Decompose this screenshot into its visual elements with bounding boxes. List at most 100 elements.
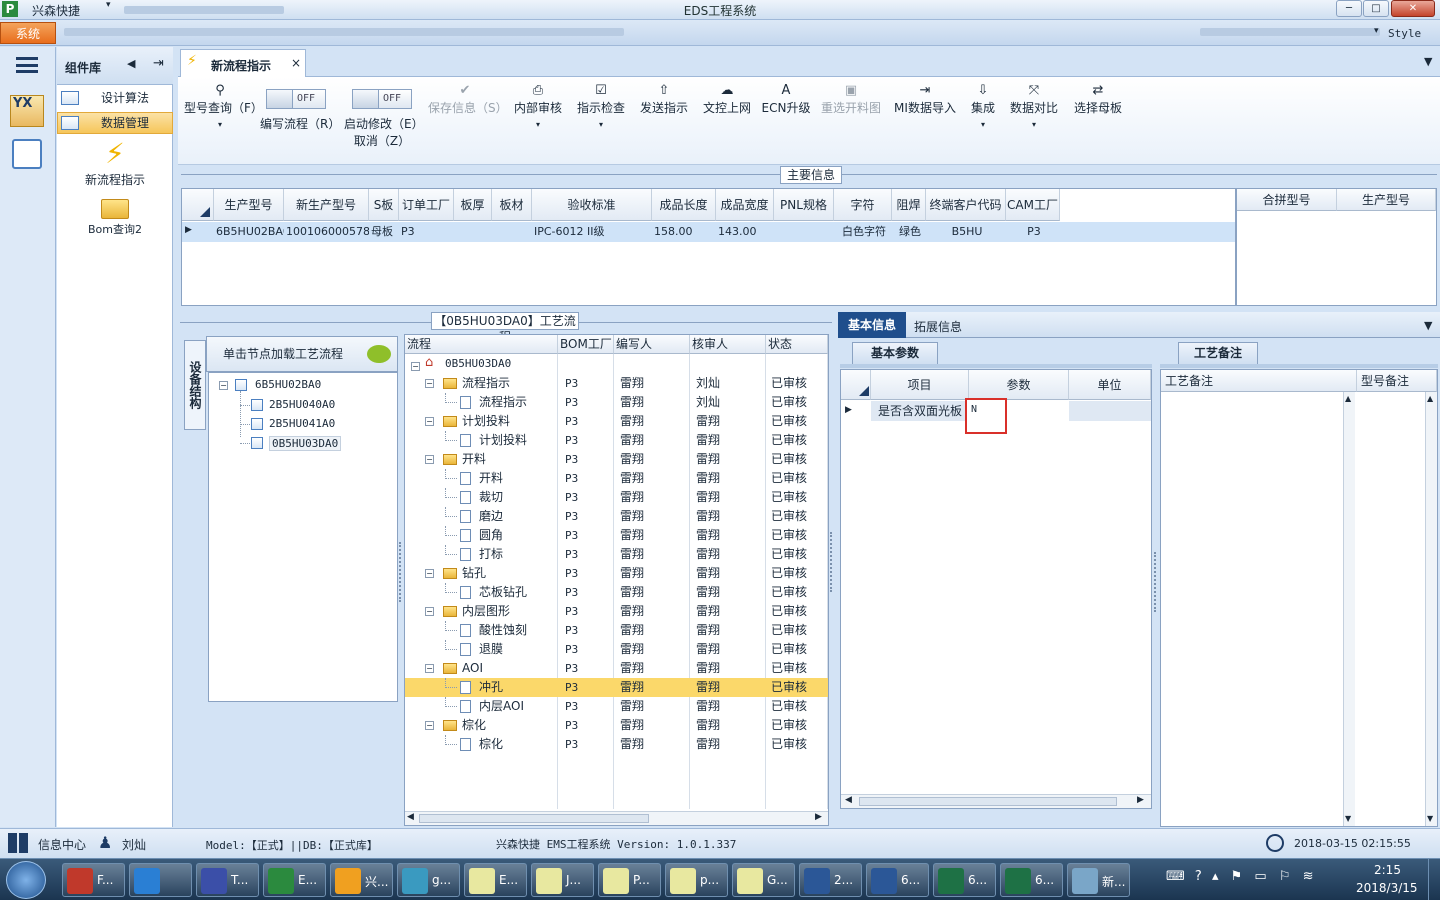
taskbar-item[interactable]: F... <box>62 863 125 897</box>
scroll-left-icon[interactable]: ◀ <box>407 812 414 822</box>
table-cell[interactable]: 白色字符 <box>836 222 892 242</box>
table-row[interactable]: − 计划投料 P3 雷翔 雷翔 已审核 <box>405 412 828 431</box>
taskbar-item[interactable]: E... <box>263 863 326 897</box>
table-cell[interactable]: 143.00 <box>718 222 774 242</box>
scroll-thumb[interactable] <box>859 797 1117 806</box>
help-icon[interactable]: ? <box>1195 869 1202 884</box>
column-header[interactable]: 终端客户代码 <box>926 189 1006 221</box>
column-header[interactable]: 字符 <box>834 189 892 221</box>
taskbar-item[interactable]: 6... <box>1000 863 1063 897</box>
table-row[interactable]: 酸性蚀刻 P3 雷翔 雷翔 已审核 <box>405 621 828 640</box>
table-row[interactable]: 退膜 P3 雷翔 雷翔 已审核 <box>405 640 828 659</box>
collapse-left-icon[interactable]: ◀ <box>127 57 135 70</box>
column-header[interactable]: 状态 <box>766 335 828 354</box>
tab-equipment-structure[interactable]: 设备结构 <box>184 340 206 430</box>
column-header[interactable]: 成品长度 <box>652 189 716 221</box>
tree-root-node[interactable]: 6B5HU02BA0 <box>255 378 321 391</box>
scroll-up-icon[interactable]: ▲ <box>1427 394 1433 403</box>
minimize-button[interactable]: ─ <box>1336 0 1362 17</box>
column-header[interactable]: 合拼型号 <box>1237 189 1337 211</box>
splitter-handle[interactable] <box>399 542 403 602</box>
maximize-button[interactable]: □ <box>1363 0 1389 17</box>
table-row[interactable]: 内层AOI P3 雷翔 雷翔 已审核 <box>405 697 828 716</box>
ecn-upgrade-button[interactable]: A ECN升级 <box>760 83 812 153</box>
process-notes-grid[interactable]: 工艺备注 型号备注 ▲ ▼ ▲ ▼ <box>1160 369 1438 827</box>
reselect-cutting-chart-button[interactable]: ▣ 重选开料图 <box>818 83 884 153</box>
table-row[interactable]: 裁切 P3 雷翔 雷翔 已审核 <box>405 488 828 507</box>
new-flow-shortcut[interactable]: ⚡ 新流程指示 <box>57 137 173 189</box>
table-cell[interactable]: 绿色 <box>894 222 926 242</box>
column-header[interactable]: 订单工厂 <box>399 189 454 221</box>
taskbar-item[interactable]: g... <box>397 863 460 897</box>
column-header[interactable]: 验收标准 <box>532 189 652 221</box>
write-flow-switch[interactable]: OFF <box>266 89 326 109</box>
table-cell[interactable]: 6B5HU02BA0 <box>216 222 284 242</box>
table-cell[interactable] <box>494 222 532 242</box>
collapse-icon[interactable]: − <box>425 569 434 578</box>
main-info-grid[interactable]: ▶ 生产型号6B5HU02BA0新生产型号10010600057861S板母板订单… <box>181 188 1236 306</box>
param-unit[interactable] <box>1069 401 1151 421</box>
table-row[interactable]: − 开料 P3 雷翔 雷翔 已审核 <box>405 450 828 469</box>
taskbar-item[interactable]: 兴... <box>330 863 393 897</box>
send-instruction-button[interactable]: ⇧ 发送指示 <box>636 83 692 153</box>
doc-upload-button[interactable]: ☁ 文控上网 <box>700 83 754 153</box>
flow-root-node[interactable]: 0B5HU03DA0 <box>445 357 511 370</box>
column-header[interactable]: 生产型号 <box>1337 189 1436 211</box>
taskbar-item[interactable]: J... <box>531 863 594 897</box>
vertical-scrollbar[interactable] <box>1425 392 1437 826</box>
horizontal-scrollbar[interactable]: ◀ ▶ <box>841 794 1151 808</box>
tree-child-node[interactable]: 0B5HU03DA0 <box>269 436 342 451</box>
bom-query-shortcut[interactable]: Bom查询2 <box>57 197 173 243</box>
pin-panel-icon[interactable]: ⇥ <box>153 56 164 71</box>
select-master-board-button[interactable]: ⇄ 选择母板 <box>1072 83 1124 153</box>
tab-extended-info[interactable]: 拓展信息 <box>914 318 962 335</box>
tree-child-node[interactable]: 2B5HU040A0 <box>269 398 335 411</box>
column-header[interactable]: 参数 <box>969 370 1069 400</box>
mi-import-button[interactable]: ⇥ MI数据导入 <box>892 83 958 153</box>
close-button[interactable]: ✕ <box>1391 0 1435 17</box>
merge-model-grid[interactable]: 合拼型号 生产型号 <box>1236 188 1437 306</box>
display-icon[interactable]: ▭ <box>1254 869 1266 884</box>
app-tray-icon[interactable]: ≋ <box>1303 869 1314 884</box>
collapse-icon[interactable]: − <box>425 455 434 464</box>
taskbar-item[interactable]: G... <box>732 863 795 897</box>
show-desktop-button[interactable] <box>1428 859 1440 900</box>
column-header[interactable]: 板材 <box>492 189 532 221</box>
style-dropdown-icon[interactable]: ▾ <box>1374 26 1379 36</box>
taskbar-item[interactable]: p... <box>665 863 728 897</box>
tab-basic-info[interactable]: 基本信息 <box>838 312 906 338</box>
tab-dropdown-icon[interactable]: ▼ <box>1424 319 1432 332</box>
table-row[interactable]: 棕化 P3 雷翔 雷翔 已审核 <box>405 735 828 754</box>
column-header[interactable]: 型号备注 <box>1357 370 1437 392</box>
type-query-button[interactable]: ⚲ 型号查询（F） ▾ <box>184 83 263 153</box>
column-header[interactable]: S板 <box>369 189 399 221</box>
collapse-icon[interactable]: − <box>425 721 434 730</box>
scroll-right-icon[interactable]: ▶ <box>815 812 822 822</box>
taskbar-item[interactable]: 新... <box>1067 863 1130 897</box>
table-cell[interactable]: 母板 <box>371 222 399 242</box>
taskbar-item[interactable]: T... <box>196 863 259 897</box>
collapse-icon[interactable]: − <box>425 379 434 388</box>
save-info-button[interactable]: ✔ 保存信息（S） <box>428 83 508 153</box>
structure-tree[interactable]: − 6B5HU02BA0 2B5HU040A0 2B5HU041A0 0B5HU03DA… <box>208 372 398 702</box>
column-header[interactable]: 新生产型号 <box>284 189 369 221</box>
table-row[interactable]: − AOI P3 雷翔 雷翔 已审核 <box>405 659 828 678</box>
integrate-button[interactable]: ⇩ 集成 ▾ <box>966 83 1000 153</box>
tab-close-icon[interactable]: × <box>291 56 301 70</box>
tray-expand-icon[interactable]: ▴ <box>1212 869 1219 884</box>
process-flow-grid[interactable]: 流程 BOM工厂 编写人 核审人 状态 − ⌂ 0B5HU03DA0− 流程指示 P3 雷翔 刘灿 已审… <box>404 334 829 826</box>
info-center-link[interactable]: 信息中心 <box>38 836 86 853</box>
style-menu[interactable]: Style <box>1388 27 1421 40</box>
table-cell[interactable]: 158.00 <box>654 222 716 242</box>
taskbar-time[interactable]: 2:15 <box>1374 863 1401 877</box>
table-row[interactable]: − 流程指示 P3 雷翔 刘灿 已审核 <box>405 374 828 393</box>
nav-item-design-algorithm[interactable]: 设计算法 <box>57 87 173 109</box>
column-header[interactable]: 生产型号 <box>214 189 284 221</box>
table-row[interactable]: 打标 P3 雷翔 雷翔 已审核 <box>405 545 828 564</box>
table-cell[interactable]: 10010600057861 <box>286 222 369 242</box>
scroll-thumb[interactable] <box>419 814 649 823</box>
table-row[interactable]: 磨边 P3 雷翔 雷翔 已审核 <box>405 507 828 526</box>
table-row[interactable]: − 钻孔 P3 雷翔 雷翔 已审核 <box>405 564 828 583</box>
column-header[interactable]: 工艺备注 <box>1161 370 1357 392</box>
column-header[interactable]: CAM工厂 <box>1006 189 1060 221</box>
